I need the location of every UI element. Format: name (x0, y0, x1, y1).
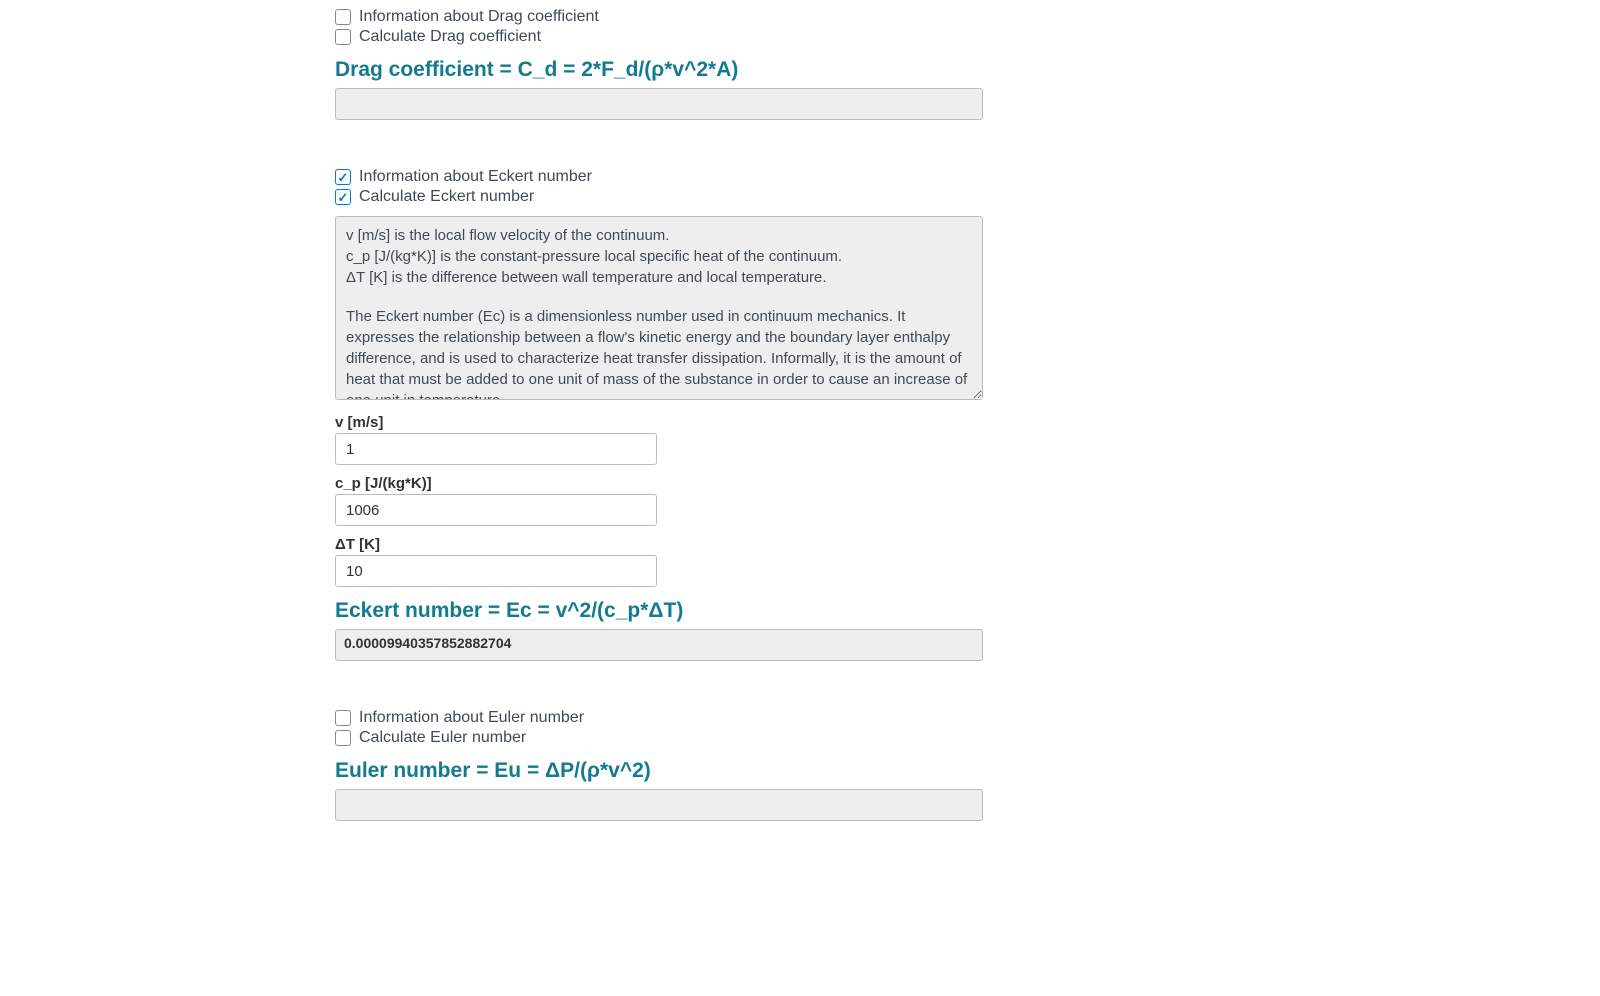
eckert-info-textarea[interactable]: v [m/s] is the local flow velocity of th… (335, 216, 983, 400)
eckert-info-label: Information about Eckert number (359, 168, 592, 186)
drag-calc-row: Calculate Drag coefficient (335, 28, 1600, 46)
eckert-calc-label: Calculate Eckert number (359, 188, 534, 206)
euler-info-checkbox[interactable] (335, 710, 351, 726)
drag-info-label: Information about Drag coefficient (359, 8, 599, 26)
eckert-info-row: Information about Eckert number (335, 168, 1600, 186)
euler-info-label: Information about Euler number (359, 709, 584, 727)
drag-info-checkbox[interactable] (335, 9, 351, 25)
eckert-v-input[interactable] (335, 433, 657, 465)
eckert-info-checkbox[interactable] (335, 169, 351, 185)
eckert-dt-input[interactable] (335, 555, 657, 587)
eckert-cp-label: c_p [J/(kg*K)] (335, 475, 1600, 492)
eckert-calc-row: Calculate Eckert number (335, 188, 1600, 206)
euler-formula-heading: Euler number = Eu = ΔP/(ρ*v^2) (335, 759, 1600, 783)
drag-info-row: Information about Drag coefficient (335, 8, 1600, 26)
eckert-v-label: v [m/s] (335, 414, 1600, 431)
eckert-result-box: 0.00009940357852882704 (335, 629, 983, 661)
euler-calc-checkbox[interactable] (335, 730, 351, 746)
eckert-cp-input[interactable] (335, 494, 657, 526)
eckert-desc-para: The Eckert number (Ec) is a dimensionles… (346, 306, 972, 400)
drag-section: Information about Drag coefficient Calcu… (335, 8, 1600, 120)
euler-info-row: Information about Euler number (335, 709, 1600, 727)
drag-calc-checkbox[interactable] (335, 29, 351, 45)
euler-result-box (335, 789, 983, 821)
eckert-section: Information about Eckert number Calculat… (335, 168, 1600, 661)
euler-calc-row: Calculate Euler number (335, 729, 1600, 747)
drag-formula-heading: Drag coefficient = C_d = 2*F_d/(ρ*v^2*A) (335, 58, 1600, 82)
eckert-desc-line2: c_p [J/(kg*K)] is the constant-pressure … (346, 246, 972, 267)
drag-result-box (335, 88, 983, 120)
eckert-formula-heading: Eckert number = Ec = v^2/(c_p*ΔT) (335, 599, 1600, 623)
eckert-desc-line3: ΔT [K] is the difference between wall te… (346, 267, 972, 288)
eckert-dt-label: ΔT [K] (335, 536, 1600, 553)
euler-section: Information about Euler number Calculate… (335, 709, 1600, 821)
eckert-desc-line1: v [m/s] is the local flow velocity of th… (346, 225, 972, 246)
euler-calc-label: Calculate Euler number (359, 729, 526, 747)
drag-calc-label: Calculate Drag coefficient (359, 28, 541, 46)
eckert-calc-checkbox[interactable] (335, 189, 351, 205)
